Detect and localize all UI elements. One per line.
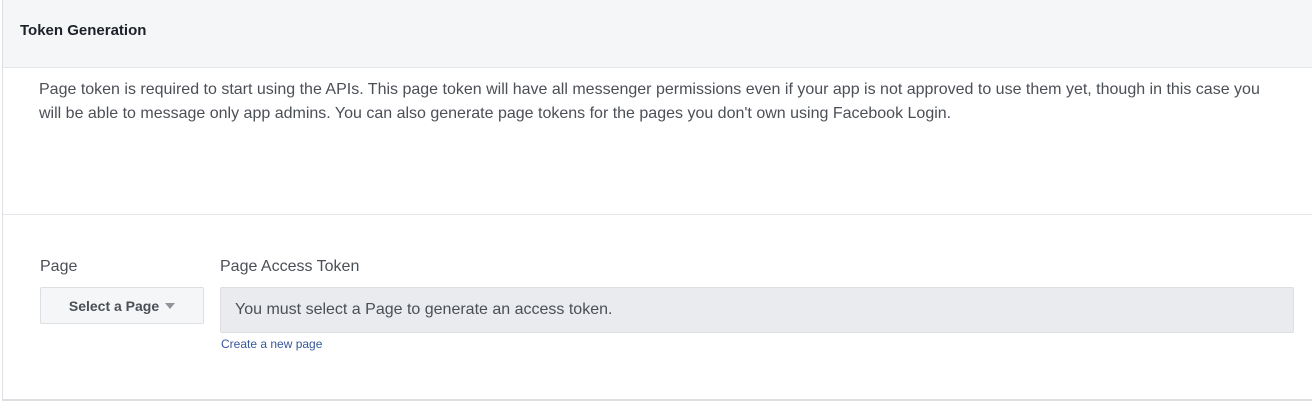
- create-new-page-link[interactable]: Create a new page: [221, 337, 322, 351]
- caret-down-icon: [165, 303, 176, 309]
- page-access-token-field[interactable]: You must select a Page to generate an ac…: [220, 287, 1294, 333]
- divider: [3, 214, 1312, 215]
- token-label: Page Access Token: [220, 258, 360, 275]
- description-text: Page token is required to start using th…: [39, 81, 1260, 122]
- panel-header: Token Generation: [3, 0, 1312, 68]
- select-page-label: Select a Page: [68, 297, 160, 314]
- panel-title: Token Generation: [20, 22, 147, 39]
- page-label: Page: [40, 258, 78, 275]
- select-page-dropdown[interactable]: Select a Page: [40, 287, 204, 324]
- token-generation-panel: Token Generation Page token is required …: [2, 0, 1312, 401]
